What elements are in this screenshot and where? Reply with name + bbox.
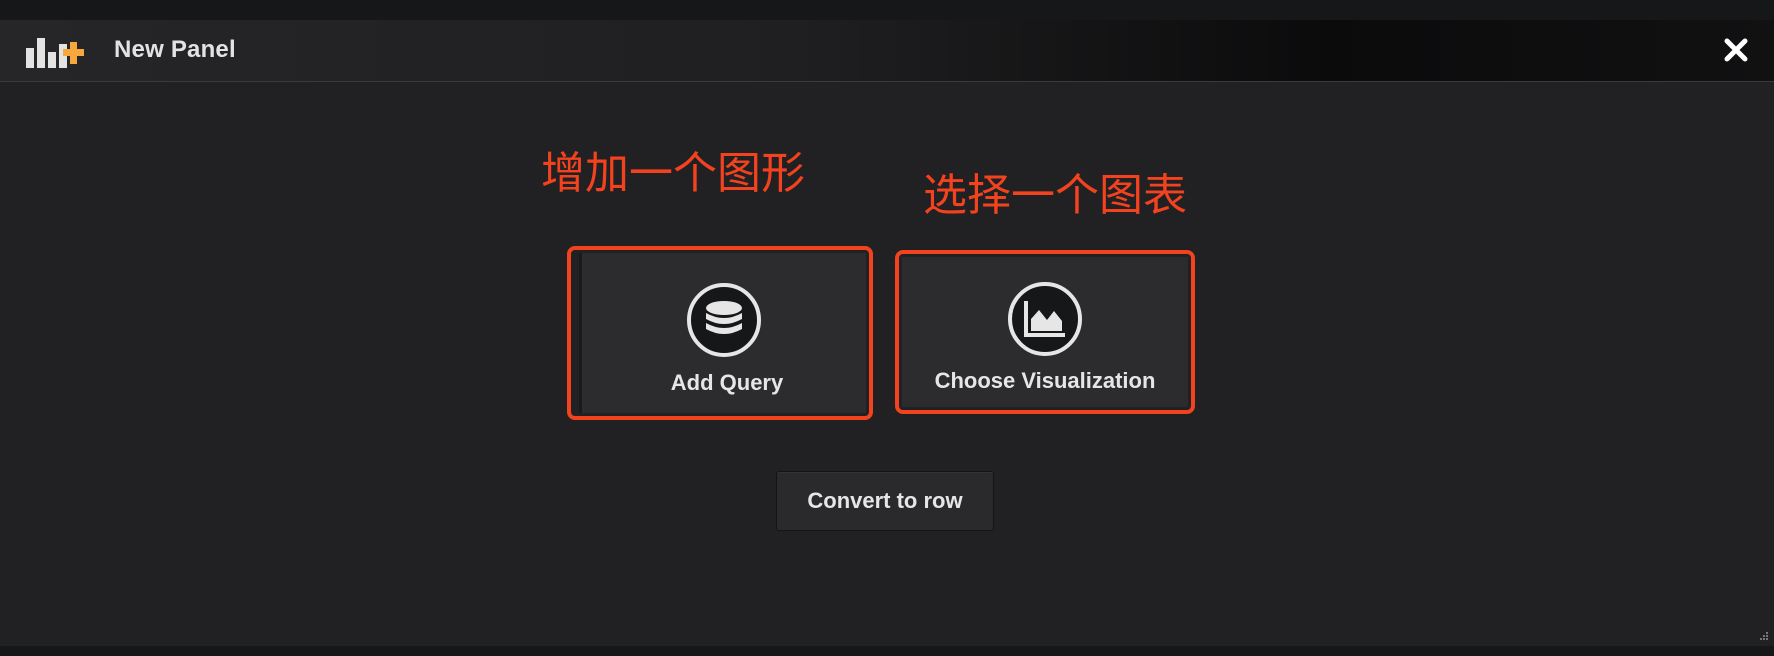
add-query-label: Add Query: [670, 370, 784, 395]
new-panel-dialog: New Panel 增加一个图形 选择一个图表 Add Query Choose…: [0, 20, 1774, 646]
bottom-strip: [0, 646, 1774, 656]
database-icon: [687, 283, 761, 357]
panel-add-icon: [26, 38, 84, 68]
area-chart-icon: [1008, 282, 1082, 356]
page: New Panel 增加一个图形 选择一个图表 Add Query Choose…: [0, 0, 1774, 656]
panel-title: New Panel: [114, 36, 236, 63]
close-icon[interactable]: [1722, 36, 1750, 64]
choose-visualization-button[interactable]: Choose Visualization: [895, 250, 1195, 414]
visualization-annotation: 选择一个图表: [923, 170, 1187, 221]
panel-header: New Panel: [0, 20, 1774, 82]
resize-handle-icon[interactable]: [1758, 630, 1770, 642]
choose-visualization-label: Choose Visualization: [934, 368, 1156, 393]
convert-to-row-button[interactable]: Convert to row: [776, 471, 994, 531]
add-query-button[interactable]: Add Query: [567, 246, 873, 420]
top-strip: [0, 0, 1774, 20]
add-query-annotation: 增加一个图形: [541, 148, 805, 199]
